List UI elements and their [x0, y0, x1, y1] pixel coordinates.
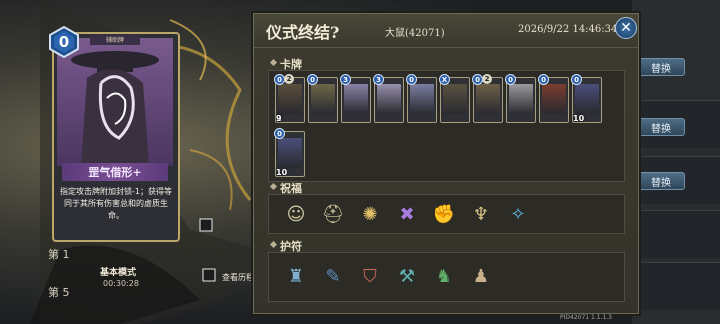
- replace-button-2[interactable]: 替换: [637, 118, 685, 136]
- deck-card[interactable]: 0 10: [571, 74, 602, 123]
- deck-card[interactable]: 3: [373, 74, 404, 123]
- totem-icon[interactable]: ♞: [431, 263, 457, 289]
- game-screen: { "modal": { "title": "仪式终结?", "player":…: [0, 0, 720, 324]
- deck-card[interactable]: 0: [406, 74, 437, 123]
- card-count: 10: [573, 114, 585, 123]
- amulets-section: ♜ ✎ ⛉ ⚒ ♞ ♟: [268, 252, 625, 302]
- deck-card[interactable]: 3: [340, 74, 371, 123]
- dialog-title: 仪式终结?: [266, 23, 340, 42]
- card-cost-badge: X: [439, 74, 450, 85]
- footer-id: PID42071 1.1.1.3: [560, 314, 612, 321]
- card-name: 罡气借形+: [62, 163, 168, 181]
- helmet-icon[interactable]: ⛑: [320, 201, 346, 227]
- deck-card[interactable]: 0: [505, 74, 536, 123]
- scroll-icon[interactable]: ✎: [320, 263, 346, 289]
- deck-card[interactable]: 0: [538, 74, 569, 123]
- view-history-link[interactable]: 查看历程: [222, 272, 254, 283]
- card-art: [278, 84, 302, 114]
- deck-card[interactable]: 02: [472, 74, 503, 123]
- card-cost-badge: 0: [274, 128, 285, 139]
- card-count: 9: [276, 114, 282, 123]
- dialog-header: 仪式终结? 大鼠(42071) 2026/9/22 14:46:34 ✕: [254, 14, 638, 48]
- card-cost-badge: 3: [373, 74, 384, 85]
- card-art: [575, 84, 599, 114]
- card-art: [344, 84, 368, 114]
- card-art: [542, 84, 566, 114]
- winged-crest-icon[interactable]: ♆: [468, 201, 494, 227]
- mace-icon[interactable]: ⚒: [394, 263, 420, 289]
- card-art: [377, 84, 401, 114]
- blessings-section: ☺ ⛑ ✺ ✖ ✊ ♆ ✧: [268, 194, 625, 234]
- mask-icon[interactable]: ☺: [283, 201, 309, 227]
- card-count: 10: [276, 168, 288, 177]
- fist-aura-icon[interactable]: ✊: [431, 201, 457, 227]
- mode-time: 00:30:28: [103, 279, 139, 288]
- card-art: [443, 84, 467, 114]
- deck-card[interactable]: 0229: [274, 74, 305, 123]
- background-row: [636, 210, 720, 258]
- card-description: 指定攻击牌附加封锁-1；获得等同于其所有伤害总和的虚质生命。: [60, 187, 172, 220]
- card-cost-badge: 0: [538, 74, 549, 85]
- card-extra-badge: 2: [284, 74, 294, 84]
- replace-button-1[interactable]: 替换: [637, 58, 685, 76]
- replace-button-3[interactable]: 替换: [637, 172, 685, 190]
- card-cost-badge: 0: [307, 74, 318, 85]
- close-icon[interactable]: ✕: [615, 17, 637, 39]
- card-cost-badge: 0: [571, 74, 582, 85]
- background-row: [636, 262, 720, 310]
- deck-card[interactable]: 0: [307, 74, 338, 123]
- card-cost-badge: 0: [505, 74, 516, 85]
- cards-section: 0 2 2 9 0 3 3 0 X 0 2 0 0 0 10 0 10: [268, 70, 625, 182]
- crossed-blades-icon[interactable]: ✖: [394, 201, 420, 227]
- card-cost-badge: 3: [340, 74, 351, 85]
- card-art: [509, 84, 533, 114]
- timestamp: 2026/9/22 14:46:34: [518, 24, 618, 35]
- left-row-2: 第 5: [48, 286, 70, 299]
- card-extra-badge: 2: [482, 74, 492, 84]
- card-art: [278, 138, 302, 168]
- shield-orb-icon[interactable]: ⛉: [357, 263, 383, 289]
- card-type-label: 辅助牌: [90, 35, 140, 45]
- card-art: [410, 84, 434, 114]
- lantern-icon[interactable]: ♜: [283, 263, 309, 289]
- card-cost-badge: 0: [406, 74, 417, 85]
- sparkle-cross-icon[interactable]: ✧: [505, 201, 531, 227]
- ritual-end-dialog: 仪式终结? 大鼠(42071) 2026/9/22 14:46:34 ✕ 卡牌 …: [253, 13, 639, 314]
- boot-icon[interactable]: ♟: [468, 263, 494, 289]
- swirl-emblem-icon[interactable]: ✺: [357, 201, 383, 227]
- deck-card[interactable]: 0 10: [274, 128, 305, 177]
- card-art: [311, 84, 335, 114]
- selected-card[interactable]: 辅助牌 罡气借形+ 指定攻击牌附加封锁-1；获得等同于其所有伤害总和的虚质生命。: [52, 32, 180, 242]
- left-row-1: 第 1: [48, 248, 70, 261]
- mode-label: 基本模式: [100, 268, 137, 278]
- deck-card[interactable]: X: [439, 74, 470, 123]
- card-cost: 0: [58, 33, 70, 51]
- card-art: [476, 84, 500, 114]
- player-name: 大鼠(42071): [385, 28, 445, 39]
